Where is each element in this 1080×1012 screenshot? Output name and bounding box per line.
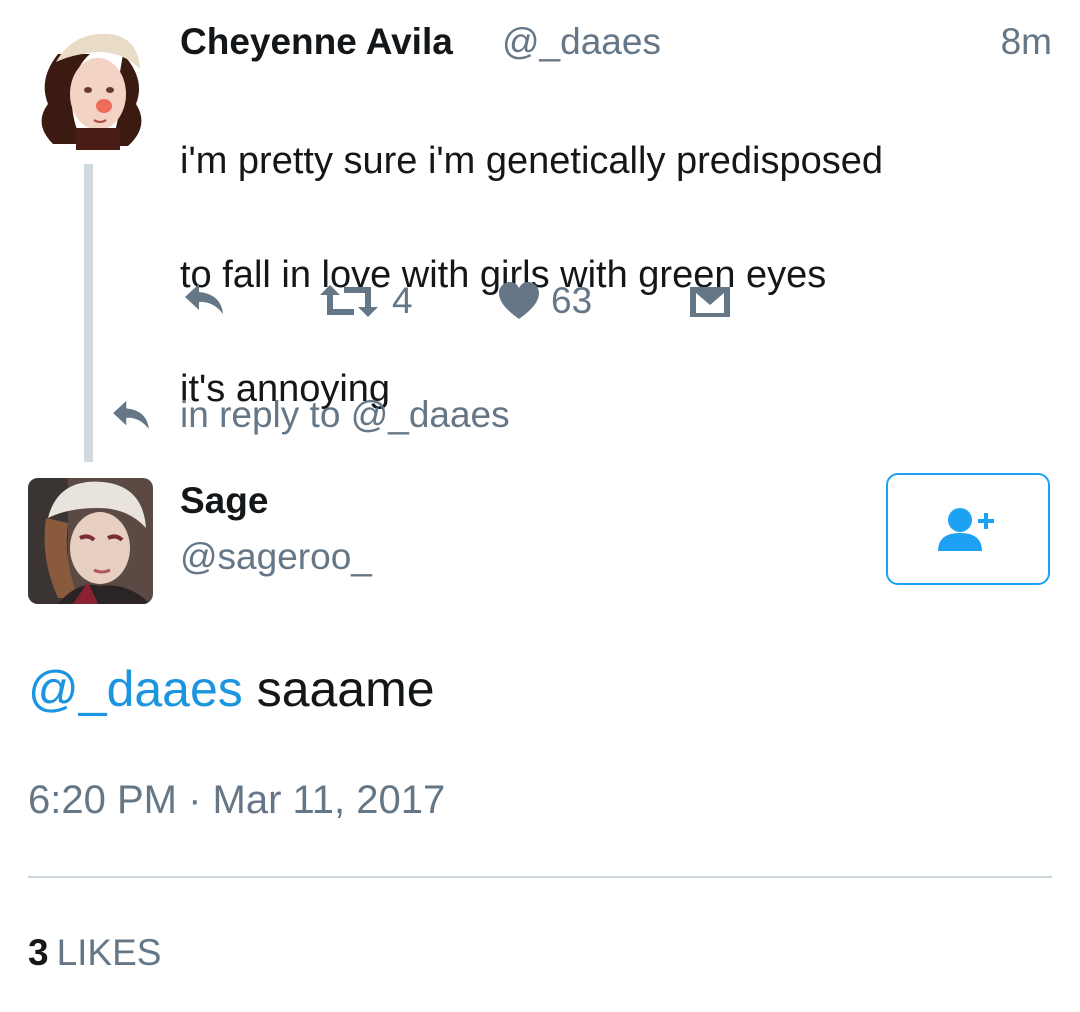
follow-button[interactable] xyxy=(886,473,1050,585)
direct-message-button[interactable] xyxy=(688,285,732,319)
likes-summary[interactable]: 3 LIKES xyxy=(28,932,161,974)
tweet-text-line: to fall in love with girls with green ey… xyxy=(180,254,827,296)
in-reply-to-label: in reply to @_daaes xyxy=(180,394,510,435)
envelope-icon xyxy=(690,287,730,317)
like-count: 63 xyxy=(551,280,593,321)
in-reply-to[interactable]: in reply to @_daaes xyxy=(110,394,510,436)
author-name[interactable]: Cheyenne Avila xyxy=(180,21,453,63)
reply-author-name[interactable]: Sage xyxy=(180,480,268,522)
retweet-button[interactable]: 4 xyxy=(316,280,413,322)
avatar-photo xyxy=(28,478,153,604)
tweet-text-line: i'm pretty sure i'm genetically predispo… xyxy=(180,140,884,182)
likes-count: 3 xyxy=(28,932,49,973)
reply-timestamp[interactable]: 6:20 PM · Mar 11, 2017 xyxy=(28,778,445,823)
mention-link[interactable]: @_daaes xyxy=(28,661,243,717)
thread-connector-line xyxy=(84,164,93,462)
reply-body: saaame xyxy=(242,661,435,717)
avatar-sage[interactable] xyxy=(28,478,153,604)
heart-icon xyxy=(499,282,539,319)
reply-author-handle[interactable]: @sageroo_ xyxy=(180,536,372,578)
reply-button[interactable] xyxy=(183,282,225,316)
author-handle[interactable]: @_daaes xyxy=(502,21,661,63)
avatar-illustration xyxy=(28,24,154,150)
retweet-count: 4 xyxy=(392,280,413,321)
reply-icon xyxy=(185,284,223,314)
retweet-icon xyxy=(320,285,378,317)
avatar-cheyenne[interactable] xyxy=(28,24,154,150)
add-user-icon xyxy=(938,508,994,551)
reply-icon xyxy=(113,400,149,430)
like-button[interactable]: 63 xyxy=(497,280,592,322)
tweet-time[interactable]: 8m xyxy=(1001,21,1052,63)
reply-text: @_daaes saaame xyxy=(28,660,435,718)
likes-label: LIKES xyxy=(56,932,162,973)
divider xyxy=(28,876,1052,878)
